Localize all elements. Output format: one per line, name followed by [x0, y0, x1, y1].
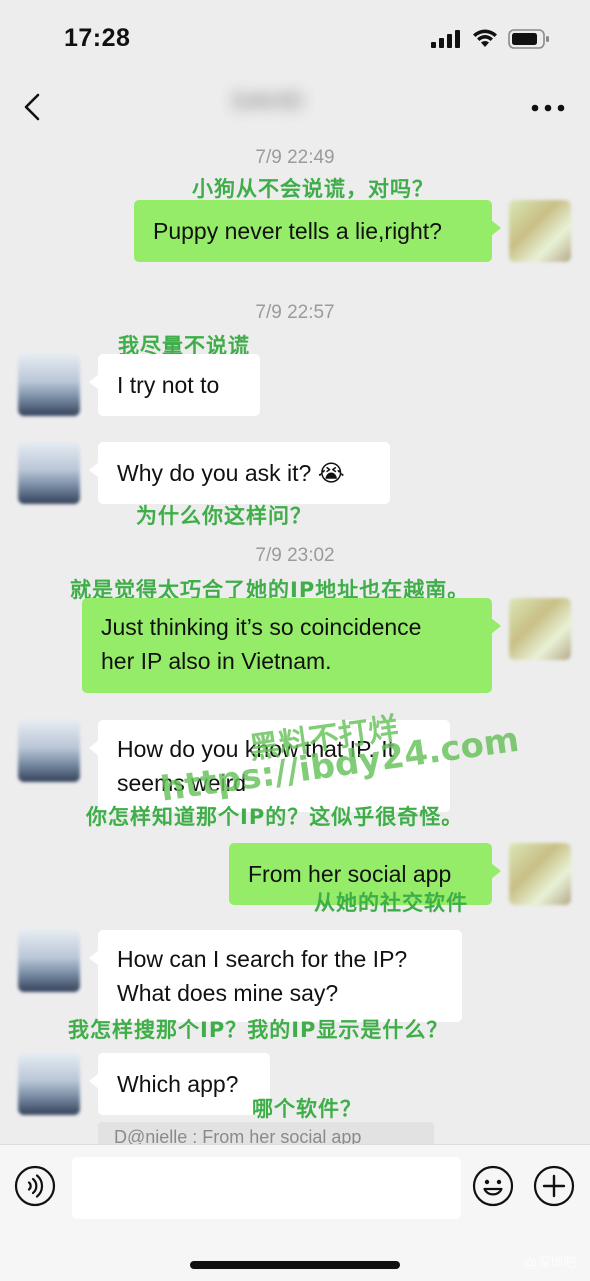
sent-message[interactable]: Just thinking it’s so coincidence her IP…	[82, 598, 501, 693]
status-bar: 17:28	[0, 0, 590, 74]
more-dots-icon[interactable]	[530, 98, 566, 118]
received-message[interactable]: Which app?	[89, 1053, 270, 1115]
message-text: Which app?	[117, 1071, 239, 1097]
translation-caption: 我怎样搜那个IP？我的IP显示是什么？	[68, 1018, 449, 1042]
message-timestamp: 7/9 22:49	[255, 147, 335, 168]
message-text-line: How can I search for the IP?	[117, 946, 408, 972]
translation-caption: 为什么你这样问？	[136, 504, 312, 528]
voice-icon[interactable]	[14, 1165, 56, 1207]
received-message[interactable]: I try not to	[89, 354, 260, 416]
received-message[interactable]: How can I search for the IP? What does m…	[89, 930, 462, 1022]
translation-caption: 你怎样知道那个IP的？这似乎很奇怪。	[86, 805, 464, 829]
status-time: 17:28	[64, 24, 131, 52]
signal-icon	[431, 30, 460, 48]
translation-caption: 从她的社交软件	[314, 891, 468, 915]
quoted-message[interactable]: D@nielle : From her social app	[98, 1122, 434, 1146]
avatar[interactable]	[509, 200, 571, 262]
message-timestamp: 7/9 23:02	[255, 545, 335, 566]
received-message[interactable]: Why do you ask it? 😭	[89, 442, 390, 504]
translation-caption: 哪个软件？	[252, 1097, 362, 1121]
avatar[interactable]	[18, 930, 80, 992]
battery-icon	[508, 29, 549, 49]
input-bar	[0, 1144, 590, 1281]
avatar[interactable]	[509, 598, 571, 660]
emoji-icon[interactable]	[472, 1165, 514, 1207]
avatar[interactable]	[18, 442, 80, 504]
message-text: I try not to	[117, 372, 220, 398]
chevron-left-icon[interactable]	[18, 92, 48, 122]
sent-message[interactable]: Puppy never tells a lie,right?	[134, 200, 501, 262]
corner-watermark: @深圳吧	[524, 1255, 577, 1270]
translation-caption: 小狗从不会说谎，对吗？	[192, 177, 434, 201]
plus-icon[interactable]	[533, 1165, 575, 1207]
message-text-line: What does mine say?	[117, 980, 339, 1006]
message-timestamp: 7/9 22:57	[255, 302, 335, 323]
avatar[interactable]	[18, 1053, 80, 1115]
message-text: From her social app	[248, 861, 452, 887]
chat-title: DAVID	[232, 88, 304, 115]
message-text: Puppy never tells a lie,right?	[153, 218, 442, 244]
home-indicator[interactable]	[190, 1261, 400, 1269]
avatar[interactable]	[18, 354, 80, 416]
message-text-line: her IP also in Vietnam.	[101, 648, 332, 674]
message-input[interactable]	[72, 1157, 461, 1219]
wifi-icon	[473, 29, 497, 47]
avatar[interactable]	[509, 843, 571, 905]
chat-header: DAVID	[0, 74, 590, 140]
message-text-line: Just thinking it’s so coincidence	[101, 614, 422, 640]
avatar[interactable]	[18, 720, 80, 782]
message-text: Why do you ask it? 😭	[117, 460, 345, 486]
